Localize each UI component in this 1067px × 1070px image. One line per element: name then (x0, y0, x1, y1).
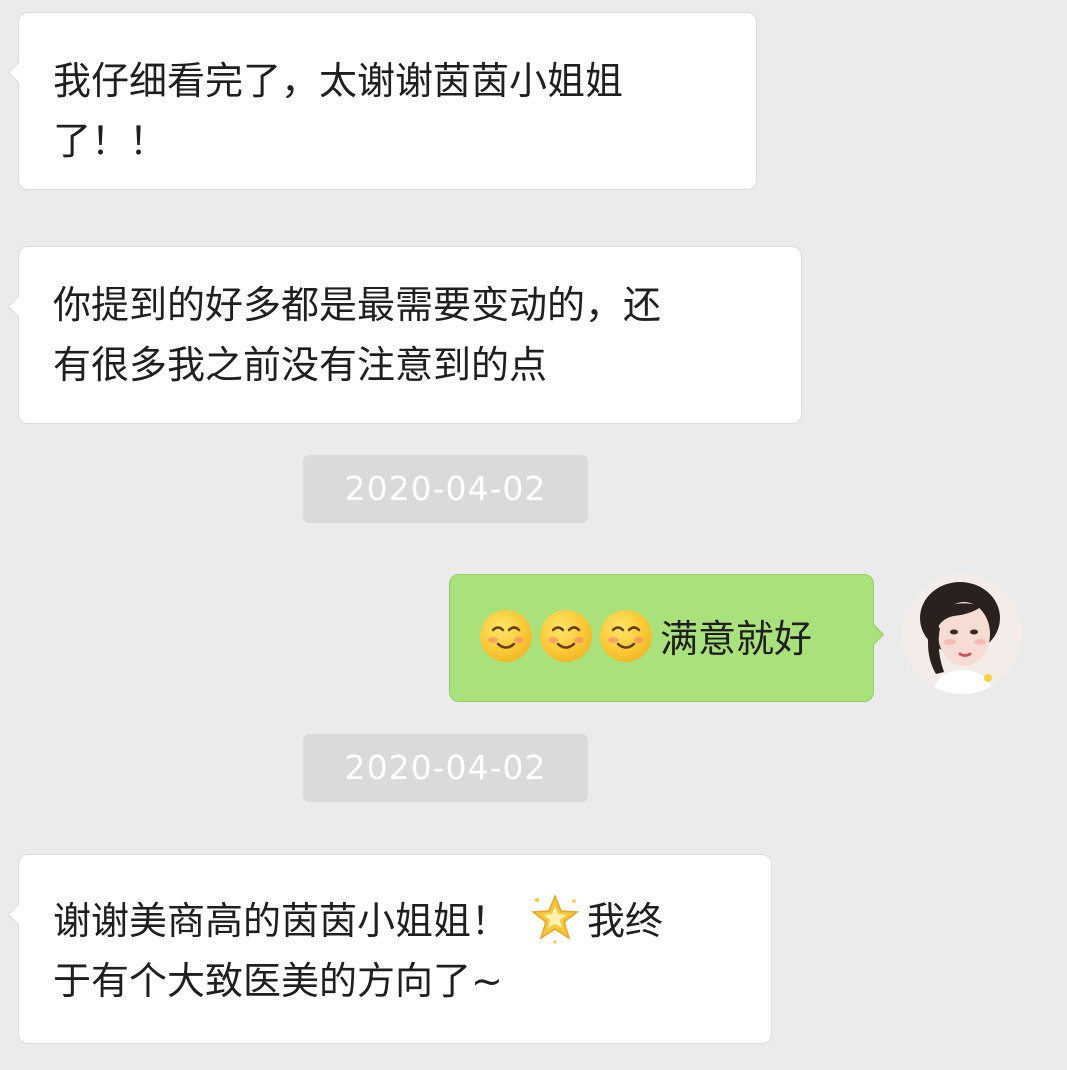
message-text-line: 于有个大致医美的方向了~ (53, 959, 503, 1003)
relieved-face-icon (480, 610, 532, 662)
timestamp-label: 2020-04-02 (303, 455, 588, 523)
message-text: 我终 (587, 899, 664, 943)
message-text-line: 谢谢美商高的茵茵小姐姐！ 我终 (53, 891, 771, 951)
bubble-tail (7, 61, 30, 84)
relieved-face-icon (540, 610, 592, 662)
incoming-message-bubble[interactable]: 你提到的好多都是最需要变动的，还 有很多我之前没有注意到的点 (7, 246, 802, 424)
message-text-line: 你提到的好多都是最需要变动的，还 (53, 283, 662, 327)
message-text: 谢谢美商高的茵茵小姐姐！ (53, 899, 510, 943)
bubble-tail (862, 623, 885, 646)
incoming-message-bubble[interactable]: 谢谢美商高的茵茵小姐姐！ 我终 于有个大致医美的方向了~ (7, 854, 772, 1044)
user-avatar[interactable] (902, 574, 1022, 694)
glowing-star-icon (529, 892, 581, 944)
message-text-line: 有很多我之前没有注意到的点 (53, 343, 548, 387)
incoming-message-bubble[interactable]: 我仔细看完了，太谢谢茵茵小姐姐 了！！ (7, 12, 757, 190)
bubble-tail (7, 903, 30, 926)
outgoing-message-bubble[interactable]: 满意就好 (449, 574, 885, 702)
timestamp-label: 2020-04-02 (303, 734, 588, 802)
message-text-line: 我仔细看完了，太谢谢茵茵小姐姐 (53, 59, 624, 103)
message-text: 满意就好 (660, 617, 813, 661)
relieved-face-icon (600, 610, 652, 662)
bubble-tail (7, 295, 30, 318)
message-text-line: 了！！ (53, 119, 168, 163)
